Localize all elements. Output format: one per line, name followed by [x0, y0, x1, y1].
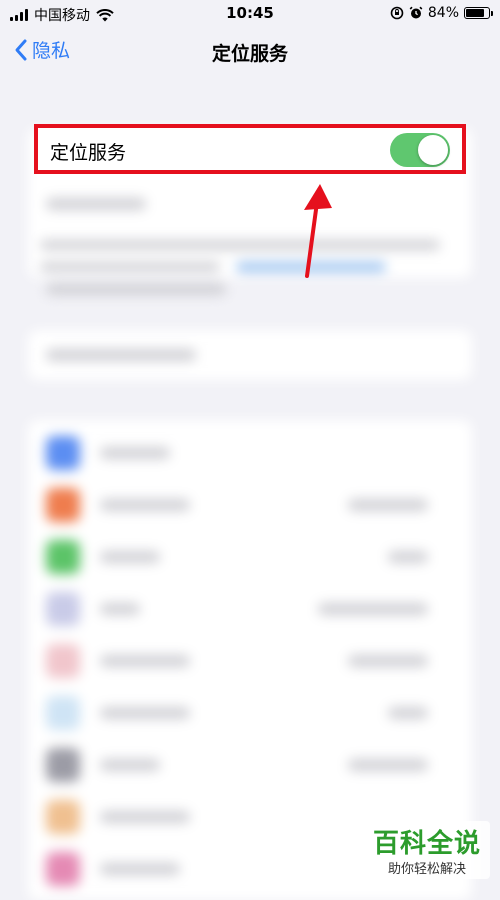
blurred-line	[40, 262, 220, 272]
alarm-icon	[409, 6, 423, 19]
blurred-line	[100, 655, 190, 667]
rotation-lock-icon	[390, 6, 404, 20]
blurred-line	[40, 240, 440, 250]
blurred-line	[46, 198, 146, 210]
blurred-card	[28, 330, 472, 380]
blurred-line	[100, 603, 140, 615]
blurred-line	[100, 499, 190, 511]
blurred-content	[0, 80, 500, 900]
blurred-line	[46, 283, 226, 295]
location-services-row: 定位服务	[34, 124, 466, 174]
blurred-app-icon	[46, 540, 80, 574]
blurred-line	[46, 349, 196, 361]
blurred-app-icon	[46, 800, 80, 834]
blurred-line	[348, 759, 428, 771]
status-right: 84%	[390, 5, 493, 21]
blurred-link	[236, 262, 386, 272]
watermark-logo: 百科全说 助你轻松解决	[364, 821, 490, 879]
blurred-line	[388, 551, 428, 563]
blurred-app-icon	[46, 696, 80, 730]
blurred-line	[100, 811, 190, 823]
blurred-line	[348, 499, 428, 511]
page-title: 定位服务	[211, 43, 288, 65]
blurred-line	[318, 603, 428, 615]
blurred-line	[100, 447, 170, 459]
blurred-line	[100, 863, 180, 875]
blurred-app-icon	[46, 488, 80, 522]
blurred-line	[100, 759, 160, 771]
blurred-app-icon	[46, 592, 80, 626]
battery-icon	[464, 7, 493, 19]
blurred-line	[388, 707, 428, 719]
watermark-title: 百科全说	[372, 829, 481, 859]
status-bar: 中国移动 10:45 84%	[0, 0, 500, 30]
blurred-line	[100, 707, 190, 719]
toggle-knob	[418, 135, 448, 165]
blurred-app-icon	[46, 644, 80, 678]
location-services-label: 定位服务	[50, 142, 127, 164]
blurred-line	[348, 655, 428, 667]
navigation-bar: 隐私 定位服务	[0, 30, 500, 74]
watermark-subtitle: 助你轻松解决	[387, 862, 466, 877]
blurred-line	[100, 551, 160, 563]
location-services-toggle[interactable]	[390, 133, 450, 167]
blurred-app-icon	[46, 852, 80, 886]
battery-fill	[466, 9, 485, 17]
blurred-app-icon	[46, 748, 80, 782]
battery-percent: 84%	[427, 5, 459, 21]
blurred-app-icon	[46, 436, 80, 470]
